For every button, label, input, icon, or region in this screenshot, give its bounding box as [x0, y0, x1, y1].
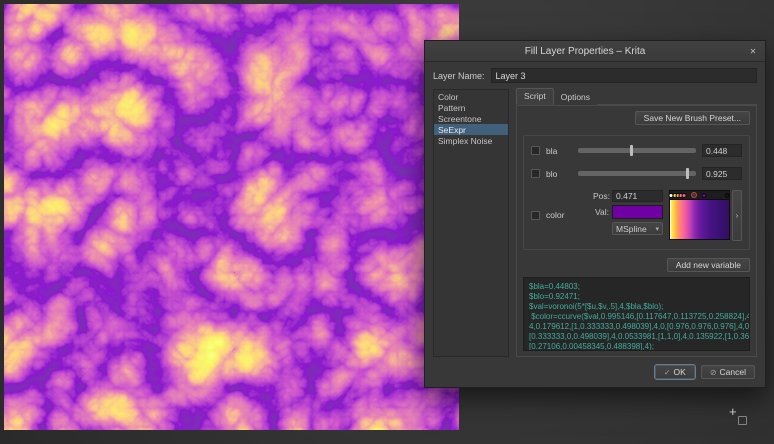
gradient-bar[interactable] [669, 199, 730, 240]
layer-name-input[interactable]: Layer 3 [491, 68, 757, 83]
cancel-button[interactable]: ⊘ Cancel [701, 365, 755, 379]
tab-script[interactable]: Script [516, 88, 554, 105]
bla-checkbox[interactable] [531, 146, 540, 155]
bla-slider-groove [578, 148, 696, 153]
dialog-footer: ✓ OK ⊘ Cancel [425, 357, 765, 387]
dialog-titlebar[interactable]: Fill Layer Properties – Krita ✕ [425, 41, 765, 62]
cancel-icon: ⊘ [710, 368, 717, 377]
save-new-brush-preset-button[interactable]: Save New Brush Preset... [635, 111, 750, 125]
gradient-next-button[interactable]: › [732, 190, 742, 241]
interpolation-value: MSpline [616, 224, 647, 234]
gradient-stop[interactable] [701, 193, 706, 198]
script-editor[interactable]: $bla=0.44803;$blo=0.92471;$val=voronoi(5… [523, 277, 750, 351]
list-item-screentone[interactable]: Screentone [434, 113, 508, 124]
val-label: Val: [593, 207, 609, 217]
gradient-stop-selected[interactable] [691, 192, 697, 198]
gradient-stop[interactable] [725, 193, 730, 198]
color-label: color [546, 210, 572, 220]
list-item-seexpr[interactable]: SeExpr [434, 124, 508, 135]
close-icon[interactable]: ✕ [745, 44, 761, 58]
blo-slider-groove [578, 171, 696, 176]
variable-row-bla: bla 0.448 [531, 144, 742, 157]
ok-button[interactable]: ✓ OK [655, 365, 695, 379]
seexpr-pane: Script Options Save New Brush Preset... … [516, 89, 757, 357]
fill-layer-properties-dialog: Fill Layer Properties – Krita ✕ Layer Na… [424, 40, 766, 388]
blo-label: blo [546, 169, 572, 179]
color-checkbox[interactable] [531, 211, 540, 220]
add-new-variable-button[interactable]: Add new variable [667, 258, 750, 272]
bla-slider[interactable] [578, 145, 696, 156]
mouse-cursor: + [729, 406, 763, 436]
list-item-pattern[interactable]: Pattern [434, 102, 508, 113]
dialog-title: Fill Layer Properties – Krita [425, 46, 745, 57]
variable-row-color: color Pos: 0.471 Val: [531, 190, 742, 241]
tab-bar: Script Options [516, 89, 757, 105]
cancel-button-label: Cancel [720, 367, 746, 377]
check-icon: ✓ [664, 368, 671, 377]
interpolation-dropdown[interactable]: MSpline ▾ [612, 222, 663, 235]
tool-box-icon [738, 416, 747, 425]
bla-value-field[interactable]: 0.448 [702, 144, 742, 157]
blo-value-field[interactable]: 0.925 [702, 167, 742, 180]
blo-slider[interactable] [578, 168, 696, 179]
pos-label: Pos: [593, 191, 609, 201]
blo-checkbox[interactable] [531, 169, 540, 178]
crosshair-icon: + [729, 406, 737, 418]
dialog-body: Layer Name: Layer 3 ColorPatternScreento… [425, 62, 765, 357]
desktop: { "desktop": { "canvas": { "description"… [0, 0, 774, 444]
variable-row-blo: blo 0.925 [531, 167, 742, 180]
generator-list: ColorPatternScreentoneSeExprSimplex Nois… [433, 89, 509, 357]
gradient-editor: › [669, 190, 742, 241]
variables-group: bla 0.448 blo [523, 135, 750, 250]
list-item-simplex-noise[interactable]: Simplex Noise [434, 135, 508, 146]
list-item-color[interactable]: Color [434, 91, 508, 102]
gradient-stop-strip[interactable] [669, 190, 730, 199]
plasma-noise-image [4, 4, 459, 430]
gradient-stop[interactable] [681, 193, 686, 198]
ok-button-label: OK [674, 367, 686, 377]
chevron-down-icon: ▾ [655, 225, 659, 233]
layer-name-label: Layer Name: [433, 71, 485, 81]
blo-slider-handle[interactable] [686, 168, 689, 179]
krita-canvas[interactable] [4, 4, 459, 430]
pos-input[interactable]: 0.471 [612, 190, 663, 202]
script-tab-pane: Save New Brush Preset... bla 0.448 [516, 105, 757, 357]
tab-bar-filler [597, 89, 757, 105]
bla-slider-handle[interactable] [630, 145, 633, 156]
color-value-swatch[interactable] [612, 205, 663, 219]
bla-label: bla [546, 146, 572, 156]
tab-options[interactable]: Options [554, 90, 597, 105]
